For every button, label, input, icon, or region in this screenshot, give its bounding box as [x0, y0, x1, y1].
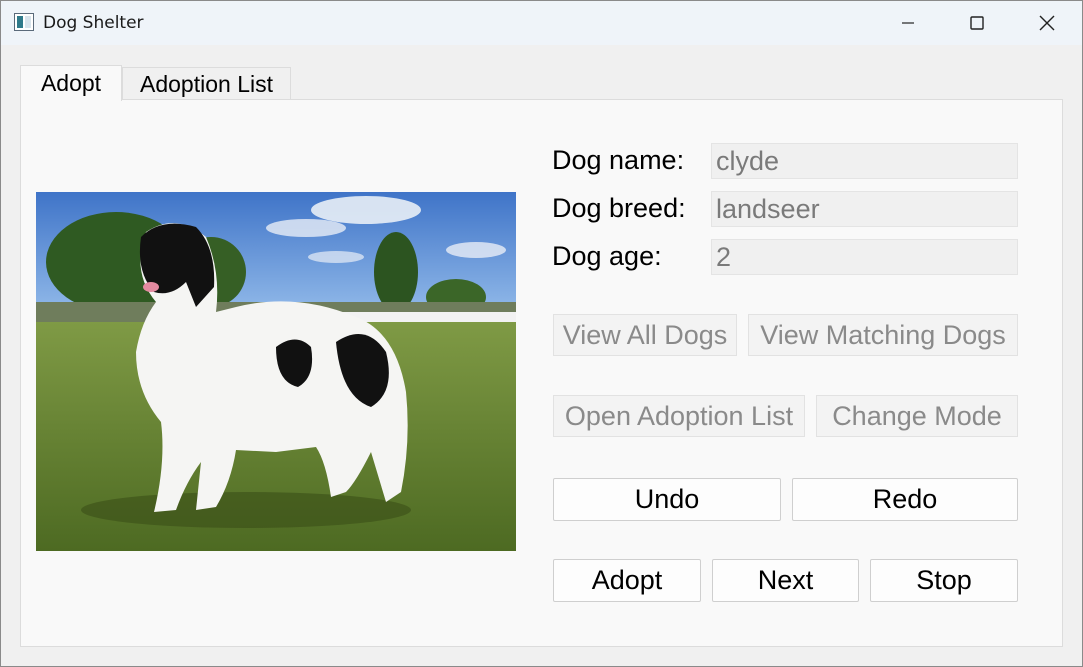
dog-name-label: Dog name: [552, 145, 685, 175]
app-icon [14, 13, 34, 31]
open-adoption-list-button[interactable]: Open Adoption List [553, 395, 805, 437]
app-window: Dog Shelter Adopt Adoption List Dog name… [0, 0, 1083, 667]
minimize-icon[interactable] [875, 1, 941, 45]
next-button[interactable]: Next [712, 559, 859, 602]
dog-name-field[interactable]: clyde [711, 143, 1018, 179]
client-area: Adopt Adoption List Dog name: clyde Dog … [1, 45, 1082, 666]
view-matching-dogs-button[interactable]: View Matching Dogs [748, 314, 1018, 356]
change-mode-button[interactable]: Change Mode [816, 395, 1018, 437]
dog-breed-label: Dog breed: [552, 193, 686, 223]
view-all-dogs-button[interactable]: View All Dogs [553, 314, 737, 356]
dog-age-label: Dog age: [552, 241, 662, 271]
dog-photo [36, 192, 516, 551]
stop-button[interactable]: Stop [870, 559, 1018, 602]
close-icon[interactable] [1014, 1, 1080, 45]
adopt-button[interactable]: Adopt [553, 559, 701, 602]
title-bar[interactable]: Dog Shelter [1, 1, 1082, 45]
redo-button[interactable]: Redo [792, 478, 1018, 521]
dog-age-field[interactable]: 2 [711, 239, 1018, 275]
window-title: Dog Shelter [43, 13, 144, 33]
tab-adopt[interactable]: Adopt [20, 65, 122, 101]
tab-adoption-list[interactable]: Adoption List [122, 67, 291, 101]
maximize-icon[interactable] [944, 1, 1010, 45]
dog-breed-field[interactable]: landseer [711, 191, 1018, 227]
undo-button[interactable]: Undo [553, 478, 781, 521]
